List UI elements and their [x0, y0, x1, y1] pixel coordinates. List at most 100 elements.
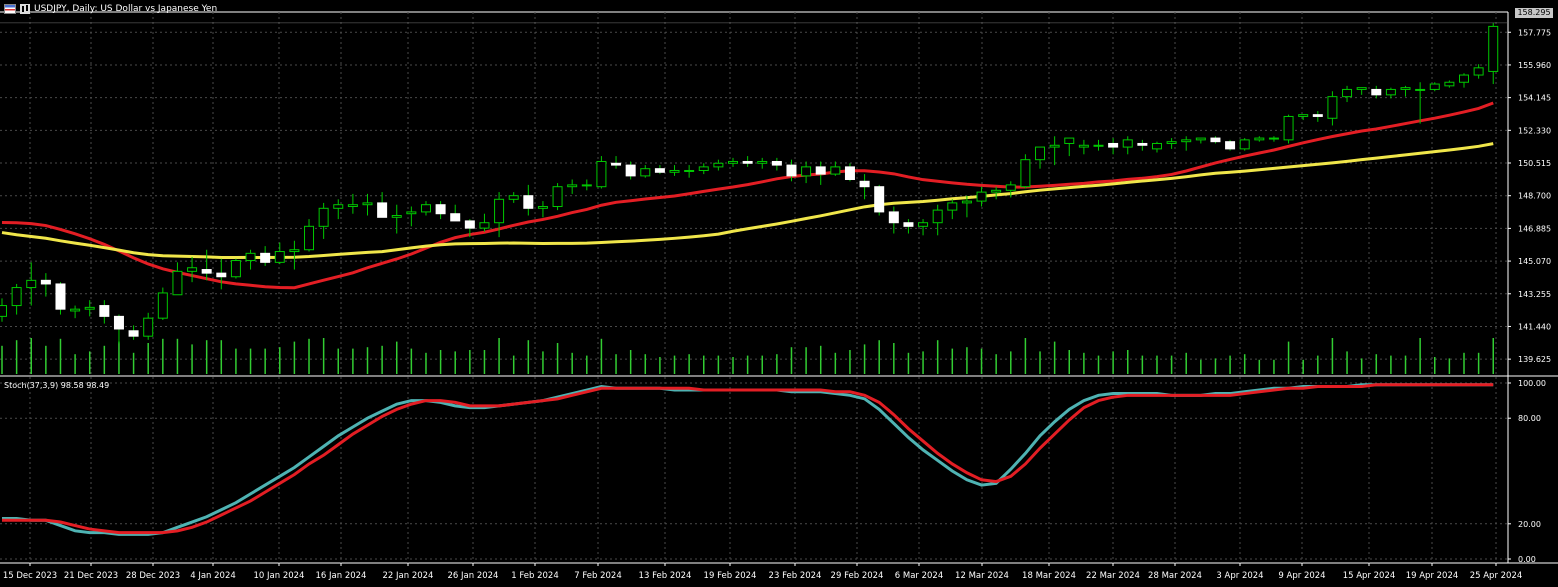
candle-body[interactable]: [1122, 139, 1133, 148]
candle-body[interactable]: [99, 305, 110, 317]
candle-body[interactable]: [1371, 88, 1382, 96]
candle-body[interactable]: [1254, 137, 1265, 141]
candle-body[interactable]: [888, 211, 899, 224]
candle-body[interactable]: [1385, 88, 1396, 96]
candle-body[interactable]: [1166, 141, 1177, 144]
candle-body[interactable]: [479, 222, 490, 229]
candle-body[interactable]: [55, 283, 66, 310]
candle-body[interactable]: [333, 204, 344, 209]
candle-body[interactable]: [1035, 146, 1046, 161]
candle-body[interactable]: [567, 184, 578, 188]
candle-body[interactable]: [961, 200, 972, 204]
candle-body[interactable]: [552, 186, 563, 208]
chart-window[interactable]: 15 Dec 2023 21 Dec 2023 28 Dec 2023 4 Jan 2…: [0, 0, 1558, 583]
candle-body[interactable]: [991, 189, 1002, 193]
candle-body[interactable]: [596, 160, 607, 188]
candle-body[interactable]: [1093, 144, 1104, 147]
chart-canvas[interactable]: 15 Dec 2023 21 Dec 2023 28 Dec 2023 4 Jan 2…: [0, 0, 1558, 583]
candle-body[interactable]: [1312, 114, 1323, 117]
candle-body[interactable]: [318, 207, 329, 227]
candle-body[interactable]: [713, 162, 724, 168]
candle-body[interactable]: [260, 252, 271, 263]
candle-body[interactable]: [1473, 67, 1484, 76]
candle-body[interactable]: [201, 269, 212, 274]
candle-body[interactable]: [1444, 81, 1455, 87]
candle-body[interactable]: [274, 251, 285, 263]
candle-body[interactable]: [1020, 159, 1031, 188]
candle-body[interactable]: [1108, 142, 1119, 148]
candle-body[interactable]: [830, 166, 841, 175]
candle-body[interactable]: [1283, 115, 1294, 141]
candle-body[interactable]: [377, 202, 388, 218]
candle-body[interactable]: [391, 215, 402, 218]
candle-body[interactable]: [1210, 137, 1221, 143]
candle-body[interactable]: [1049, 144, 1060, 148]
candle-body[interactable]: [128, 330, 139, 337]
candle-body[interactable]: [1137, 142, 1148, 146]
candle-body[interactable]: [537, 206, 548, 209]
candle-body[interactable]: [669, 169, 680, 173]
candle-body[interactable]: [143, 317, 154, 337]
candle-body[interactable]: [70, 308, 81, 312]
chart-window-icon[interactable]: [20, 4, 30, 14]
candle-body[interactable]: [113, 315, 124, 330]
candle-body[interactable]: [742, 160, 753, 164]
candle-body[interactable]: [1356, 87, 1367, 90]
candle-body[interactable]: [1429, 83, 1440, 90]
candle-body[interactable]: [771, 160, 782, 166]
candle-body[interactable]: [786, 164, 797, 177]
candle-body[interactable]: [1298, 114, 1309, 117]
candle-body[interactable]: [0, 305, 7, 317]
candle-body[interactable]: [1415, 88, 1426, 91]
candle-body[interactable]: [1064, 137, 1075, 144]
candle-body[interactable]: [1195, 137, 1206, 141]
candle-body[interactable]: [815, 166, 826, 175]
candle-body[interactable]: [1225, 141, 1236, 150]
candle-body[interactable]: [435, 204, 446, 215]
candle-body[interactable]: [1342, 88, 1353, 98]
candle-body[interactable]: [508, 195, 519, 200]
candle-body[interactable]: [581, 184, 592, 187]
candle-body[interactable]: [1005, 184, 1016, 191]
candle-body[interactable]: [640, 168, 651, 177]
candle-body[interactable]: [947, 202, 958, 211]
candle-body[interactable]: [84, 306, 95, 310]
candle-body[interactable]: [230, 260, 241, 278]
candle-body[interactable]: [172, 270, 183, 296]
candle-body[interactable]: [362, 202, 373, 206]
candle-body[interactable]: [757, 160, 768, 164]
candle-body[interactable]: [406, 211, 417, 215]
candle-body[interactable]: [1181, 139, 1192, 143]
candle-body[interactable]: [918, 222, 929, 227]
candle-body[interactable]: [1327, 96, 1338, 119]
candle-body[interactable]: [157, 292, 168, 319]
candle-body[interactable]: [289, 249, 300, 253]
symbol-list-icon[interactable]: [4, 4, 16, 14]
candle-body[interactable]: [1078, 144, 1089, 148]
candle-body[interactable]: [450, 213, 461, 222]
candle-body[interactable]: [859, 180, 870, 188]
candle-body[interactable]: [611, 162, 622, 166]
candle-body[interactable]: [1459, 74, 1469, 83]
candle-body[interactable]: [187, 267, 198, 272]
candle-body[interactable]: [654, 168, 665, 173]
candle-body[interactable]: [1239, 139, 1250, 150]
candle-body[interactable]: [304, 225, 315, 251]
candle-body[interactable]: [1400, 87, 1411, 90]
candle-body[interactable]: [684, 169, 695, 172]
candle-body[interactable]: [976, 191, 987, 202]
candle-body[interactable]: [26, 279, 37, 289]
candle-body[interactable]: [625, 164, 636, 177]
candle-body[interactable]: [11, 287, 22, 307]
candle-body[interactable]: [464, 220, 475, 229]
candle-body[interactable]: [903, 222, 914, 227]
candle-body[interactable]: [216, 272, 227, 278]
candle-body[interactable]: [932, 209, 943, 224]
candle-body[interactable]: [1488, 25, 1499, 72]
candle-body[interactable]: [728, 160, 738, 164]
candle-body[interactable]: [844, 166, 855, 180]
candle-body[interactable]: [874, 186, 885, 213]
candle-body[interactable]: [523, 195, 534, 209]
candle-body[interactable]: [420, 204, 431, 213]
candle-body[interactable]: [347, 204, 358, 208]
